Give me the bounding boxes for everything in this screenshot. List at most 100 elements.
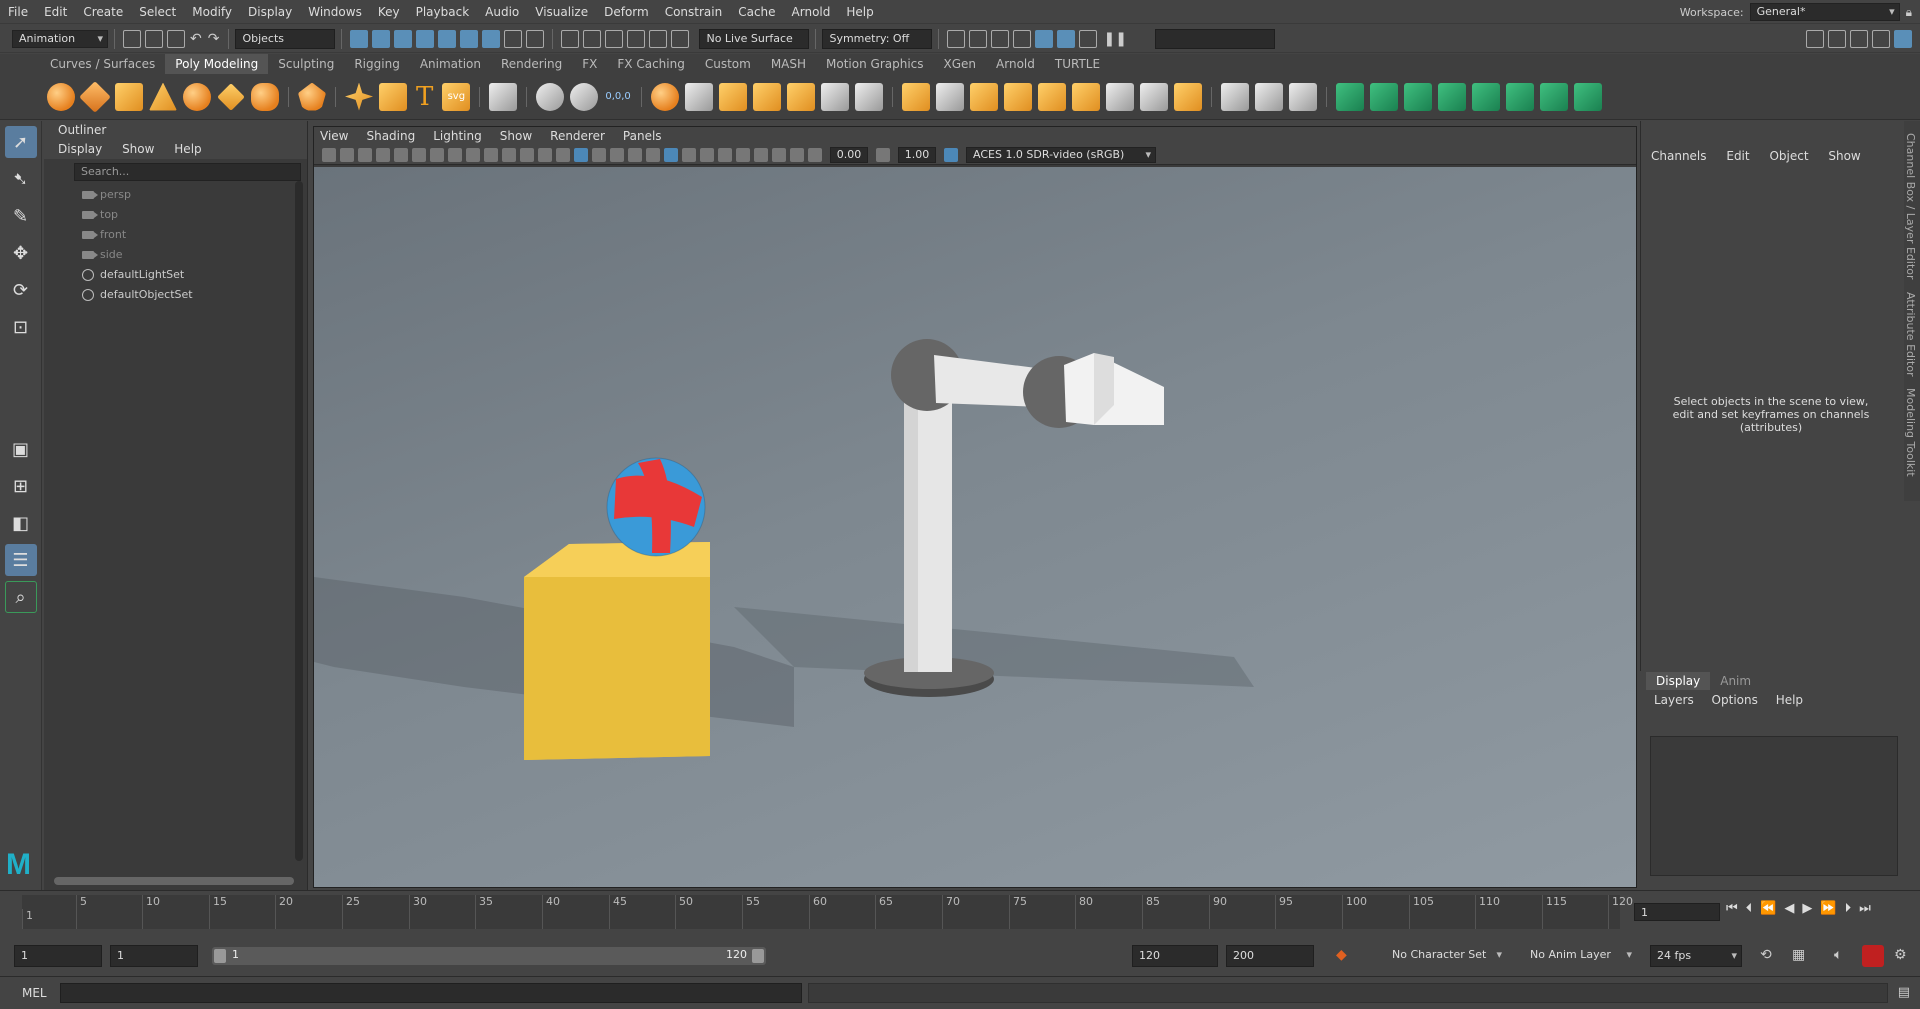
- channel-box-menu-channels[interactable]: Channels: [1651, 149, 1707, 163]
- film-gate-icon[interactable]: [448, 147, 462, 162]
- viewport-menu-show[interactable]: Show: [500, 129, 532, 143]
- select-misc-icon[interactable]: [482, 29, 501, 48]
- cleanup-icon[interactable]: [854, 82, 883, 111]
- render-current-icon[interactable]: [969, 29, 988, 48]
- selection-mode-dropdown[interactable]: Objects: [235, 28, 336, 49]
- merge-icon[interactable]: [1071, 82, 1100, 111]
- snap-view-icon[interactable]: [627, 29, 646, 48]
- shelf-tab-animation[interactable]: Animation: [410, 54, 491, 74]
- menu-arnold[interactable]: Arnold: [784, 0, 839, 24]
- poly-sphere-icon[interactable]: [47, 82, 75, 111]
- range-start-handle[interactable]: [214, 949, 226, 963]
- side-tab-modeling-toolkit[interactable]: Modeling Toolkit: [1904, 388, 1917, 477]
- symmetry-dropdown[interactable]: Symmetry: Off: [822, 28, 933, 49]
- use-all-lights-icon[interactable]: [628, 147, 642, 162]
- outliner-item[interactable]: front: [44, 225, 307, 245]
- command-input[interactable]: [60, 983, 802, 1003]
- image-plane-icon[interactable]: [376, 147, 390, 162]
- shelf-tab-fx-caching[interactable]: FX Caching: [607, 54, 694, 74]
- grid-icon[interactable]: [430, 147, 444, 162]
- shelf-tab-xgen[interactable]: XGen: [934, 54, 987, 74]
- play-backwards-icon[interactable]: ◀: [1784, 901, 1794, 916]
- hypershade-icon[interactable]: [1035, 29, 1054, 48]
- poly-plane-icon[interactable]: [217, 82, 245, 111]
- step-forward-frame-icon[interactable]: ⏵: [1845, 901, 1852, 916]
- input-line-field[interactable]: [1154, 28, 1275, 49]
- fill-hole-icon[interactable]: [1037, 82, 1066, 111]
- select-by-type-icon[interactable]: [372, 29, 391, 48]
- arnold-render-icon[interactable]: [1057, 29, 1076, 48]
- shelf-tab-rendering[interactable]: Rendering: [491, 54, 572, 74]
- svg-tool-icon[interactable]: svg: [442, 82, 471, 111]
- single-perspective-view-icon[interactable]: ▣: [5, 433, 37, 465]
- smooth-shade-icon[interactable]: [574, 147, 588, 162]
- field-chart-icon[interactable]: [502, 147, 516, 162]
- workspace-dropdown[interactable]: General*: [1749, 3, 1900, 21]
- viewport-menu-view[interactable]: View: [320, 129, 348, 143]
- outliner-menu-help[interactable]: Help: [174, 142, 201, 156]
- outliner-item[interactable]: persp: [44, 185, 307, 205]
- save-scene-icon[interactable]: [167, 29, 185, 48]
- xray-icon[interactable]: [754, 147, 768, 162]
- outliner-menu-display[interactable]: Display: [58, 142, 102, 156]
- layer-menu-help[interactable]: Help: [1776, 693, 1803, 707]
- side-tab-attribute-editor[interactable]: Attribute Editor: [1904, 292, 1917, 377]
- menu-playback[interactable]: Playback: [408, 0, 478, 24]
- shelf-tab-custom[interactable]: Custom: [695, 54, 761, 74]
- separate-icon[interactable]: [684, 82, 713, 111]
- select-tool-icon[interactable]: ➚: [4, 126, 37, 158]
- new-scene-icon[interactable]: [123, 29, 141, 48]
- textured-icon[interactable]: [610, 147, 624, 162]
- bookmark-icon[interactable]: [358, 147, 372, 162]
- 3d-scene-view[interactable]: [314, 167, 1636, 887]
- range-end-handle[interactable]: [752, 949, 764, 963]
- menu-file[interactable]: File: [0, 0, 36, 24]
- measure-tool-icon[interactable]: [570, 82, 599, 111]
- type-tool-icon[interactable]: T: [416, 82, 433, 112]
- shelf-tab-poly-modeling[interactable]: Poly Modeling: [165, 54, 269, 74]
- exposure-icon[interactable]: [808, 147, 822, 162]
- loop-icon[interactable]: ⟲: [1760, 947, 1772, 963]
- layer-tab-anim[interactable]: Anim: [1710, 672, 1761, 690]
- redo-icon[interactable]: ↷: [208, 31, 220, 47]
- snap-live-icon[interactable]: [671, 29, 690, 48]
- uv-cylindrical-icon[interactable]: [1369, 82, 1398, 111]
- shelf-tab-curves-surfaces[interactable]: Curves / Surfaces: [40, 54, 165, 74]
- render-settings-icon[interactable]: [1013, 29, 1032, 48]
- outliner-item[interactable]: defaultLightSet: [44, 265, 307, 285]
- viewport-menu-renderer[interactable]: Renderer: [550, 129, 605, 143]
- layer-tab-display[interactable]: Display: [1646, 672, 1711, 690]
- outliner-menu-show[interactable]: Show: [122, 142, 154, 156]
- viewport-menu-panels[interactable]: Panels: [623, 129, 662, 143]
- outliner-layout-icon[interactable]: ☰: [4, 544, 37, 576]
- toggle-tool-settings-icon[interactable]: [1872, 29, 1890, 48]
- move-tool-icon[interactable]: ✥: [5, 237, 37, 269]
- outliner-item[interactable]: top: [44, 205, 307, 225]
- ipr-render-icon[interactable]: [991, 29, 1010, 48]
- toggle-attribute-editor-icon[interactable]: [1850, 29, 1868, 48]
- menu-constrain[interactable]: Constrain: [657, 0, 731, 24]
- menu-key[interactable]: Key: [370, 0, 408, 24]
- smooth-icon[interactable]: [752, 82, 781, 111]
- triangulate-icon[interactable]: [1173, 82, 1202, 111]
- select-face-icon[interactable]: [460, 29, 479, 48]
- shelf-tab-sculpting[interactable]: Sculpting: [268, 54, 344, 74]
- menu-deform[interactable]: Deform: [596, 0, 657, 24]
- safe-action-icon[interactable]: [520, 147, 534, 162]
- isolate-select-icon[interactable]: [736, 147, 750, 162]
- shelf-tab-motion-graphics[interactable]: Motion Graphics: [816, 54, 934, 74]
- extract-icon[interactable]: [718, 82, 747, 111]
- outliner-vertical-scrollbar[interactable]: [295, 181, 303, 861]
- character-set-dropdown[interactable]: No Character Set: [1386, 945, 1506, 967]
- uv-automatic-icon[interactable]: [1437, 82, 1466, 111]
- toggle-character-controls-icon[interactable]: [1828, 29, 1846, 48]
- color-management-icon[interactable]: [944, 147, 958, 162]
- select-by-hierarchy-icon[interactable]: [350, 29, 369, 48]
- motion-blur-icon[interactable]: [682, 147, 696, 162]
- toggle-channel-box-icon[interactable]: [1894, 29, 1912, 48]
- bridge-icon[interactable]: [935, 82, 964, 111]
- shelf-tab-turtle[interactable]: TURTLE: [1045, 54, 1110, 74]
- shelf-tab-rigging[interactable]: Rigging: [344, 54, 409, 74]
- collapse-icon[interactable]: [1105, 82, 1134, 111]
- step-forward-key-icon[interactable]: ⏩: [1820, 901, 1836, 916]
